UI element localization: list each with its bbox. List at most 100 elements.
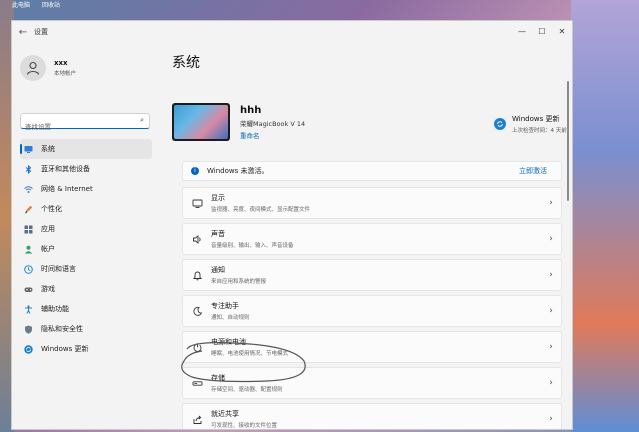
search-icon[interactable]: ⌕ [140,116,144,125]
activation-text: Windows 未激活。 [207,167,269,175]
card-nearby-sharing[interactable]: 就近共享 可发现性、接收的文件位置 › [182,403,562,429]
card-title: 专注助手 [211,302,239,310]
device-image [172,103,230,141]
sidebar-item-label: Windows 更新 [41,345,89,353]
device-model: 荣耀MagicBook V 14 [240,119,306,128]
window-controls: — ☐ ✕ [512,21,572,43]
minimize-button[interactable]: — [512,21,532,43]
share-icon [191,413,203,425]
card-title: 显示 [211,194,225,202]
sidebar-item-label: 网络 & Internet [41,185,93,193]
search-box[interactable]: ⌕ [20,113,150,134]
desktop-wallpaper-right [571,0,639,432]
accessibility-icon [24,304,33,314]
desktop-icon-this-pc[interactable]: 此电脑 [10,0,32,14]
window-title: 设置 [34,28,48,36]
sidebar-item-privacy-security[interactable]: 隐私和安全性 [20,319,152,339]
sidebar-item-accounts[interactable]: 帐户 [20,239,152,259]
sidebar-nav: 系统 蓝牙和其他设备 网络 & Internet 个性化 应用 帐户 时间和语言… [20,139,152,359]
card-title: 存储 [211,374,225,382]
card-focus-assist[interactable]: 专注助手 通知、自动规则 › [182,295,562,327]
card-subtitle: 通知、自动规则 [211,315,250,321]
chevron-right-icon: › [549,306,553,316]
card-sound[interactable]: 声音 音量级别、输出、输入、声音设备 › [182,223,562,255]
chevron-right-icon: › [549,198,553,208]
sidebar-item-apps[interactable]: 应用 [20,219,152,239]
scrollbar-thumb[interactable] [567,81,569,201]
windows-update-title: Windows 更新 [512,115,560,123]
sidebar-item-personalization[interactable]: 个性化 [20,199,152,219]
device-summary: hhh 荣耀MagicBook V 14 重命名 [172,103,305,141]
apps-icon [24,225,33,234]
windows-update-status[interactable]: Windows 更新 上次检查时间：4 天前 [494,114,567,134]
user-profile[interactable]: xxx 本地帐户 [20,55,76,81]
sidebar-item-label: 个性化 [41,205,62,213]
search-input[interactable] [21,120,133,134]
sidebar-item-label: 隐私和安全性 [41,325,83,333]
activate-now-link[interactable]: 立即激活 [519,166,547,176]
sidebar-item-system[interactable]: 系统 [20,139,152,159]
sidebar-item-gaming[interactable]: 游戏 [20,279,152,299]
main-content: 系统 hhh 荣耀MagicBook V 14 重命名 Windows 更新 上… [172,43,567,429]
sidebar-item-label: 应用 [41,225,55,233]
bell-icon [191,269,203,281]
avatar [20,55,46,81]
maximize-button[interactable]: ☐ [532,21,552,43]
chevron-right-icon: › [549,342,553,352]
globe-clock-icon [24,264,33,274]
user-account-type: 本地帐户 [54,71,77,77]
card-title: 通知 [211,266,225,274]
card-title: 声音 [211,230,225,238]
activation-banner: i Windows 未激活。 立即激活 [182,161,562,181]
windows-update-subtitle: 上次检查时间：4 天前 [512,128,567,134]
windows-update-icon [494,118,506,130]
back-arrow-icon[interactable]: ← [12,27,34,38]
bluetooth-icon [24,164,33,174]
sidebar-item-label: 游戏 [41,285,55,293]
card-subtitle: 音量级别、输出、输入、声音设备 [211,243,294,249]
sidebar-item-bluetooth[interactable]: 蓝牙和其他设备 [20,159,152,179]
sidebar-item-network[interactable]: 网络 & Internet [20,179,152,199]
monitor-icon [24,145,33,154]
shield-icon [24,325,33,334]
chevron-right-icon: › [549,378,553,388]
card-subtitle: 睡眠、电池使用情况、节电模式 [211,351,289,357]
page-title: 系统 [172,55,200,71]
person-icon [24,245,33,254]
sidebar-item-label: 系统 [41,145,55,153]
card-title: 就近共享 [211,410,239,418]
card-display[interactable]: 显示 监视器、亮度、夜间模式、显示配置文件 › [182,187,562,219]
card-subtitle: 可发现性、接收的文件位置 [211,423,278,429]
chevron-right-icon: › [549,270,553,280]
wifi-icon [24,185,33,194]
chevron-right-icon: › [549,234,553,244]
device-name: hhh [240,104,262,116]
gamepad-icon [24,285,33,294]
moon-icon [191,305,203,317]
card-power-battery[interactable]: 电源和电池 睡眠、电池使用情况、节电模式 › [182,331,562,363]
settings-list: 显示 监视器、亮度、夜间模式、显示配置文件 › 声音 音量级别、输出、输入、声音… [182,187,562,429]
desktop-icon-recycle-bin[interactable]: 回收站 [40,0,62,14]
user-name: xxx [54,59,68,67]
sidebar-item-label: 蓝牙和其他设备 [41,165,90,173]
sidebar-item-windows-update[interactable]: Windows 更新 [20,339,152,359]
person-icon [26,61,40,75]
card-storage[interactable]: 存储 存储空间、驱动器、配置规则 › [182,367,562,399]
brush-icon [24,205,33,214]
sidebar-item-label: 辅助功能 [41,305,69,313]
info-icon: i [191,167,199,175]
sidebar-item-time-language[interactable]: 时间和语言 [20,259,152,279]
sidebar-item-label: 时间和语言 [41,265,76,273]
display-icon [191,197,203,209]
card-title: 电源和电池 [211,338,246,346]
close-button[interactable]: ✕ [552,21,572,43]
storage-icon [191,377,203,389]
rename-link[interactable]: 重命名 [240,130,305,140]
scrollbar[interactable] [567,81,570,401]
title-bar: ← 设置 — ☐ ✕ [12,21,572,43]
sidebar-item-accessibility[interactable]: 辅助功能 [20,299,152,319]
windows-update-icon [24,344,33,354]
card-subtitle: 监视器、亮度、夜间模式、显示配置文件 [211,207,311,213]
sidebar: xxx 本地帐户 ⌕ 系统 蓝牙和其他设备 [12,43,162,429]
card-notifications[interactable]: 通知 来自应用和系统的警报 › [182,259,562,291]
